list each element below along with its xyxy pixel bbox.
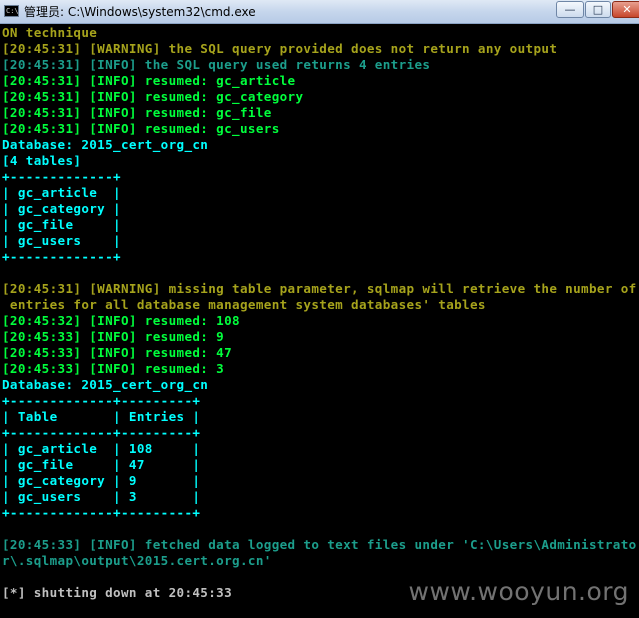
console-line: | gc_users | [2, 233, 121, 248]
console-line: [20:45:31] [WARNING] missing table param… [2, 281, 637, 296]
console-line: +-------------+---------+ [2, 425, 201, 440]
console-line: [20:45:31] [WARNING] the SQL query provi… [2, 41, 558, 56]
console-line: | gc_file | 47 | [2, 457, 201, 472]
console-line: [20:45:32] [INFO] resumed: 108 [2, 313, 240, 328]
console-line: [20:45:33] [INFO] resumed: 3 [2, 361, 225, 376]
console-line: | gc_category | [2, 201, 121, 216]
console-line: [20:45:31] [INFO] resumed: gc_article [2, 73, 296, 88]
watermark: www.wooyun.org [408, 577, 629, 606]
console-line: | gc_users | 3 | [2, 489, 201, 504]
console-line: +-------------+ [2, 249, 121, 264]
minimize-button[interactable]: — [556, 1, 584, 18]
console-line: [20:45:31] [INFO] resumed: gc_category [2, 89, 304, 104]
console-line: entries for all database management syst… [2, 297, 486, 312]
console-line: +-------------+---------+ [2, 393, 201, 408]
console-line: [20:45:31] [INFO] resumed: gc_users [2, 121, 280, 136]
console-line: [20:45:31] [INFO] resumed: gc_file [2, 105, 272, 120]
console-line: [20:45:33] [INFO] resumed: 47 [2, 345, 233, 360]
console-output[interactable]: ON technique [20:45:31] [WARNING] the SQL… [2, 25, 639, 618]
console-line: +-------------+ [2, 169, 121, 184]
console-line: | gc_article | 108 | [2, 441, 201, 456]
console-line: [4 tables] [2, 153, 82, 168]
window-title: 管理员: C:\Windows\system32\cmd.exe [24, 5, 256, 19]
console-line: [20:45:33] [INFO] fetched data logged to… [2, 537, 637, 552]
console-line: | Table | Entries | [2, 409, 201, 424]
console-line: [20:45:31] [INFO] the SQL query used ret… [2, 57, 431, 72]
console-line: r\.sqlmap\output\2015.cert.org.cn' [2, 553, 272, 568]
maximize-button[interactable]: □ [585, 1, 611, 18]
console-line: | gc_file | [2, 217, 121, 232]
console-line: [20:45:33] [INFO] resumed: 9 [2, 329, 225, 344]
console-line: | gc_category | 9 | [2, 473, 201, 488]
cmd-app-icon[interactable]: C:\ [4, 5, 19, 17]
console-line: ON technique [2, 25, 98, 40]
console-line: Database: 2015_cert_org_cn [2, 137, 209, 152]
title-bar[interactable]: C:\ 管理员: C:\Windows\system32\cmd.exe — □… [0, 0, 639, 24]
console-line: Database: 2015_cert_org_cn [2, 377, 209, 392]
close-button[interactable]: ✕ [612, 1, 639, 18]
console-line: | gc_article | [2, 185, 121, 200]
cmd-window: C:\ 管理员: C:\Windows\system32\cmd.exe — □… [0, 0, 639, 618]
console-line: +-------------+---------+ [2, 505, 201, 520]
